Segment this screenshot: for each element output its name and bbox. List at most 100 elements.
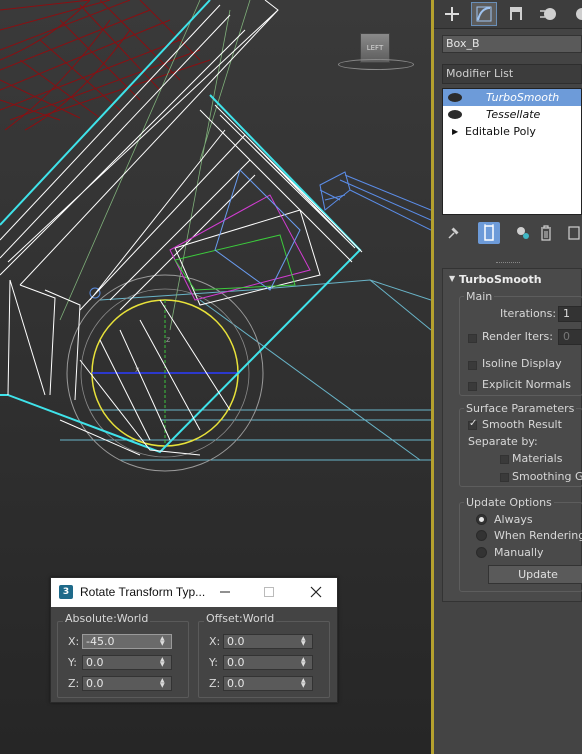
offset-world-title: Offset:World <box>204 612 277 625</box>
explicit-normals-checkbox[interactable] <box>468 382 477 391</box>
render-iters-checkbox[interactable] <box>468 334 477 343</box>
axis-label: Y: <box>209 656 218 669</box>
always-radio[interactable] <box>476 514 487 525</box>
absolute-x-input[interactable]: -45.0 <box>82 634 172 649</box>
stack-item-tessellate[interactable]: Tessellate <box>443 106 581 123</box>
spinner-arrows-icon[interactable]: ▲ ▼ <box>160 657 165 668</box>
modifier-list-dropdown[interactable]: Modifier List <box>442 64 582 84</box>
smooth-result-label: Smooth Result <box>482 418 562 431</box>
maximize-icon <box>264 587 274 597</box>
close-button[interactable] <box>305 582 327 602</box>
plus-icon <box>445 7 459 21</box>
always-label: Always <box>494 513 533 526</box>
materials-label: Materials <box>512 452 563 465</box>
configure-icon <box>568 226 580 240</box>
close-icon <box>310 586 322 598</box>
tab-divider <box>434 28 582 29</box>
motion-tab[interactable] <box>535 2 561 26</box>
minimize-icon <box>220 591 230 593</box>
smooth-result-checkbox[interactable] <box>468 418 477 430</box>
update-button[interactable]: Update <box>488 565 582 584</box>
green-shape <box>174 234 296 291</box>
show-end-result-button[interactable] <box>478 222 500 244</box>
explicit-normals-label: Explicit Normals <box>482 378 571 391</box>
remove-modifier-button[interactable] <box>537 224 555 242</box>
offset-world-group: Offset:World X: 0.0 ▲ ▼ Y: 0.0 ▲ ▼ Z: 0.0 … <box>198 612 330 698</box>
modify-tab[interactable] <box>471 2 497 26</box>
configure-sets-button[interactable] <box>566 224 580 242</box>
absolute-z-input[interactable]: 0.0 <box>82 676 172 691</box>
stack-toolbar <box>442 222 582 244</box>
main-group-title: Main <box>464 290 495 303</box>
expand-arrow-icon[interactable]: ▶ <box>452 123 458 140</box>
red-wire-mesh <box>0 0 211 131</box>
box-wireframe <box>0 0 363 456</box>
dialog-titlebar[interactable]: 3 Rotate Transform Typ... <box>51 578 337 607</box>
spinner-arrows-icon[interactable]: ▲ ▼ <box>160 636 165 647</box>
maximize-button[interactable] <box>258 582 280 602</box>
end-result-icon <box>484 224 494 241</box>
axis-label: X: <box>68 635 80 648</box>
eye-icon[interactable] <box>448 110 462 119</box>
create-tab[interactable] <box>439 2 465 26</box>
display-tab[interactable] <box>564 2 582 26</box>
minimize-button[interactable] <box>214 582 236 602</box>
pin-stack-button[interactable] <box>444 224 462 242</box>
blue-pipe <box>319 171 431 231</box>
axis-label: Y: <box>68 656 77 669</box>
rotate-transform-type-in-dialog: 3 Rotate Transform Typ... Absolute:World… <box>50 577 338 703</box>
axis-label: X: <box>209 635 221 648</box>
turbosmooth-rollout: ▼ TurboSmooth Main Iterations: 1 Render … <box>442 268 582 602</box>
when-rendering-radio[interactable] <box>476 530 487 541</box>
spinner-arrows-icon[interactable]: ▲ ▼ <box>160 678 165 689</box>
offset-x-input[interactable]: 0.0 <box>223 634 313 649</box>
spinner-arrows-icon[interactable]: ▲ ▼ <box>301 657 306 668</box>
dialog-title: Rotate Transform Typ... <box>80 585 206 599</box>
object-name-field[interactable]: Box_B <box>442 35 582 53</box>
materials-checkbox[interactable] <box>500 455 509 464</box>
gizmo-z-label: z <box>166 335 170 344</box>
when-rendering-label: When Rendering <box>494 529 582 542</box>
max-app-icon: 3 <box>59 585 73 599</box>
make-unique-button[interactable] <box>514 224 532 242</box>
offset-z-input[interactable]: 0.0 <box>223 676 313 691</box>
absolute-world-group: Absolute:World X: -45.0 ▲ ▼ Y: 0.0 ▲ ▼ Z: … <box>57 612 189 698</box>
smoothing-groups-label: Smoothing Gro <box>512 470 582 483</box>
hierarchy-tab[interactable] <box>503 2 529 26</box>
blue-inner-shape <box>214 169 301 291</box>
isoline-display-label: Isoline Display <box>482 357 562 370</box>
smoothing-groups-checkbox[interactable] <box>500 473 509 482</box>
absolute-world-title: Absolute:World <box>63 612 151 625</box>
motion-icon <box>540 8 556 20</box>
rollout-title[interactable]: TurboSmooth <box>459 273 542 286</box>
rollout-arrow-icon[interactable]: ▼ <box>449 274 455 283</box>
axis-label: Z: <box>68 677 80 690</box>
render-iters-spinner[interactable]: 0 <box>558 329 582 345</box>
stack-item-label: TurboSmooth <box>486 91 560 104</box>
main-group: Main Iterations: 1 Render Iters: 0 Isoli… <box>459 290 582 396</box>
absolute-y-input[interactable]: 0.0 <box>82 655 172 670</box>
make-unique-icon <box>517 227 529 239</box>
spinner-arrows-icon[interactable]: ▲ ▼ <box>301 636 306 647</box>
stack-item-turbosmooth[interactable]: TurboSmooth <box>443 89 581 106</box>
offset-y-input[interactable]: 0.0 <box>223 655 313 670</box>
viewcube-ring[interactable] <box>338 59 414 70</box>
manually-label: Manually <box>494 546 544 559</box>
rollout-separator <box>434 262 582 266</box>
eye-icon[interactable] <box>448 93 462 102</box>
spinner-arrows-icon[interactable]: ▲ ▼ <box>301 678 306 689</box>
pin-icon <box>448 227 459 239</box>
modifier-stack: TurboSmooth Tessellate ▶ Editable Poly <box>442 88 582 215</box>
stack-item-label: Tessellate <box>486 108 541 121</box>
isoline-display-checkbox[interactable] <box>468 361 477 370</box>
cyan-helper-lines <box>60 279 431 461</box>
manually-radio[interactable] <box>476 547 487 558</box>
hierarchy-icon <box>510 7 522 20</box>
trash-icon <box>541 225 551 241</box>
iterations-spinner[interactable]: 1 <box>558 306 582 322</box>
stack-item-editable-poly[interactable]: ▶ Editable Poly <box>443 123 581 140</box>
surface-parameters-group: Surface Parameters Smooth Result Separat… <box>459 402 582 487</box>
display-icon <box>576 8 582 20</box>
command-panel: Box_B Modifier List TurboSmooth Tessella… <box>434 0 582 754</box>
axis-label: Z: <box>209 677 221 690</box>
